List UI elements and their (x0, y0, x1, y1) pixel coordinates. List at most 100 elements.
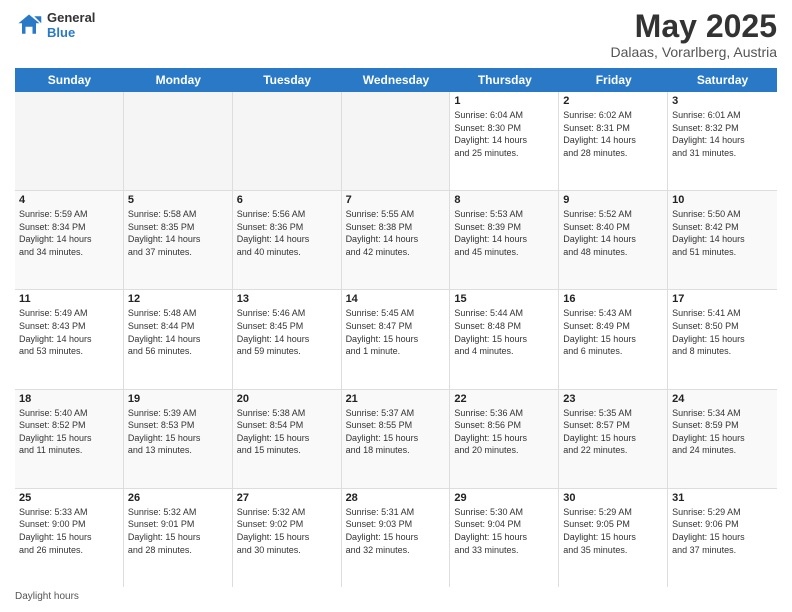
calendar-cell: 30 Sunrise: 5:29 AM Sunset: 9:05 PM Dayli… (559, 489, 668, 587)
day-info: Sunrise: 5:29 AM Sunset: 9:06 PM Dayligh… (672, 506, 773, 556)
calendar-cell: 29Sunrise: 5:30 AM Sunset: 9:04 PM Dayli… (450, 489, 559, 587)
day-number: 31 (672, 492, 773, 504)
calendar-cell: 1 Sunrise: 6:04 AM Sunset: 8:30 PM Daylig… (450, 92, 559, 190)
day-info: Sunrise: 5:55 AM Sunset: 8:38 PM Dayligh… (346, 208, 446, 258)
calendar-cell: 16 Sunrise: 5:43 AM Sunset: 8:49 PM Dayli… (559, 290, 668, 388)
day-info: Sunrise: 5:44 AM Sunset: 8:48 PM Dayligh… (454, 307, 554, 357)
calendar-cell: 14Sunrise: 5:45 AM Sunset: 8:47 PM Dayli… (342, 290, 451, 388)
day-info: Sunrise: 5:30 AM Sunset: 9:04 PM Dayligh… (454, 506, 554, 556)
calendar-cell: 21 Sunrise: 5:37 AM Sunset: 8:55 PM Dayli… (342, 390, 451, 488)
day-number: 7 (346, 194, 446, 206)
calendar: SundayMondayTuesdayWednesdayThursdayFrid… (15, 68, 777, 587)
day-number: 1 (454, 95, 554, 107)
calendar-cell: 18Sunrise: 5:40 AM Sunset: 8:52 PM Dayli… (15, 390, 124, 488)
calendar-cell (342, 92, 451, 190)
day-number: 12 (128, 293, 228, 305)
day-info: Sunrise: 5:48 AM Sunset: 8:44 PM Dayligh… (128, 307, 228, 357)
day-number: 20 (237, 393, 337, 405)
day-info: Sunrise: 5:56 AM Sunset: 8:36 PM Dayligh… (237, 208, 337, 258)
calendar-cell: 10 Sunrise: 5:50 AM Sunset: 8:42 PM Dayli… (668, 191, 777, 289)
footer-note: Daylight hours (15, 591, 777, 602)
day-number: 17 (672, 293, 773, 305)
calendar-cell: 5 Sunrise: 5:58 AM Sunset: 8:35 PM Daylig… (124, 191, 233, 289)
calendar-body: 1 Sunrise: 6:04 AM Sunset: 8:30 PM Daylig… (15, 92, 777, 587)
logo-icon (15, 11, 43, 39)
weekday-header: Thursday (450, 68, 559, 92)
day-number: 10 (672, 194, 773, 206)
calendar-cell: 4 Sunrise: 5:59 AM Sunset: 8:34 PM Daylig… (15, 191, 124, 289)
calendar-cell: 2 Sunrise: 6:02 AM Sunset: 8:31 PM Daylig… (559, 92, 668, 190)
calendar-cell (233, 92, 342, 190)
day-info: Sunrise: 5:41 AM Sunset: 8:50 PM Dayligh… (672, 307, 773, 357)
page: General Blue May 2025 Dalaas, Vorarlberg… (0, 0, 792, 612)
weekday-header: Saturday (668, 68, 777, 92)
calendar-cell: 13Sunrise: 5:46 AM Sunset: 8:45 PM Dayli… (233, 290, 342, 388)
day-info: Sunrise: 5:53 AM Sunset: 8:39 PM Dayligh… (454, 208, 554, 258)
day-info: Sunrise: 5:43 AM Sunset: 8:49 PM Dayligh… (563, 307, 663, 357)
header: General Blue May 2025 Dalaas, Vorarlberg… (15, 10, 777, 60)
calendar-row: 25Sunrise: 5:33 AM Sunset: 9:00 PM Dayli… (15, 489, 777, 587)
calendar-cell: 25Sunrise: 5:33 AM Sunset: 9:00 PM Dayli… (15, 489, 124, 587)
day-number: 16 (563, 293, 663, 305)
day-info: Sunrise: 5:32 AM Sunset: 9:01 PM Dayligh… (128, 506, 228, 556)
location: Dalaas, Vorarlberg, Austria (610, 44, 777, 60)
day-number: 4 (19, 194, 119, 206)
weekday-header: Monday (124, 68, 233, 92)
logo: General Blue (15, 10, 95, 40)
day-info: Sunrise: 5:39 AM Sunset: 8:53 PM Dayligh… (128, 407, 228, 457)
day-info: Sunrise: 5:50 AM Sunset: 8:42 PM Dayligh… (672, 208, 773, 258)
day-number: 6 (237, 194, 337, 206)
calendar-header: SundayMondayTuesdayWednesdayThursdayFrid… (15, 68, 777, 92)
calendar-cell: 26Sunrise: 5:32 AM Sunset: 9:01 PM Dayli… (124, 489, 233, 587)
day-info: Sunrise: 5:49 AM Sunset: 8:43 PM Dayligh… (19, 307, 119, 357)
day-info: Sunrise: 5:45 AM Sunset: 8:47 PM Dayligh… (346, 307, 446, 357)
day-info: Sunrise: 5:29 AM Sunset: 9:05 PM Dayligh… (563, 506, 663, 556)
calendar-cell: 11 Sunrise: 5:49 AM Sunset: 8:43 PM Dayli… (15, 290, 124, 388)
day-info: Sunrise: 5:33 AM Sunset: 9:00 PM Dayligh… (19, 506, 119, 556)
calendar-cell: 3 Sunrise: 6:01 AM Sunset: 8:32 PM Daylig… (668, 92, 777, 190)
day-number: 21 (346, 393, 446, 405)
day-number: 24 (672, 393, 773, 405)
month-title: May 2025 (610, 10, 777, 42)
calendar-cell: 17 Sunrise: 5:41 AM Sunset: 8:50 PM Dayli… (668, 290, 777, 388)
day-number: 3 (672, 95, 773, 107)
weekday-header: Wednesday (342, 68, 451, 92)
calendar-cell: 8 Sunrise: 5:53 AM Sunset: 8:39 PM Daylig… (450, 191, 559, 289)
day-number: 13 (237, 293, 337, 305)
day-number: 8 (454, 194, 554, 206)
day-info: Sunrise: 6:01 AM Sunset: 8:32 PM Dayligh… (672, 109, 773, 159)
day-info: Sunrise: 6:02 AM Sunset: 8:31 PM Dayligh… (563, 109, 663, 159)
day-number: 22 (454, 393, 554, 405)
day-info: Sunrise: 5:35 AM Sunset: 8:57 PM Dayligh… (563, 407, 663, 457)
title-block: May 2025 Dalaas, Vorarlberg, Austria (610, 10, 777, 60)
day-info: Sunrise: 5:31 AM Sunset: 9:03 PM Dayligh… (346, 506, 446, 556)
calendar-cell: 15 Sunrise: 5:44 AM Sunset: 8:48 PM Dayli… (450, 290, 559, 388)
day-info: Sunrise: 5:32 AM Sunset: 9:02 PM Dayligh… (237, 506, 337, 556)
day-info: Sunrise: 6:04 AM Sunset: 8:30 PM Dayligh… (454, 109, 554, 159)
day-info: Sunrise: 5:59 AM Sunset: 8:34 PM Dayligh… (19, 208, 119, 258)
day-number: 23 (563, 393, 663, 405)
day-info: Sunrise: 5:58 AM Sunset: 8:35 PM Dayligh… (128, 208, 228, 258)
calendar-row: 1 Sunrise: 6:04 AM Sunset: 8:30 PM Daylig… (15, 92, 777, 191)
calendar-cell: 7 Sunrise: 5:55 AM Sunset: 8:38 PM Daylig… (342, 191, 451, 289)
day-number: 28 (346, 492, 446, 504)
day-info: Sunrise: 5:37 AM Sunset: 8:55 PM Dayligh… (346, 407, 446, 457)
day-number: 15 (454, 293, 554, 305)
calendar-cell: 24Sunrise: 5:34 AM Sunset: 8:59 PM Dayli… (668, 390, 777, 488)
calendar-cell: 23 Sunrise: 5:35 AM Sunset: 8:57 PM Dayli… (559, 390, 668, 488)
calendar-row: 11 Sunrise: 5:49 AM Sunset: 8:43 PM Dayli… (15, 290, 777, 389)
day-number: 5 (128, 194, 228, 206)
calendar-cell: 9 Sunrise: 5:52 AM Sunset: 8:40 PM Daylig… (559, 191, 668, 289)
calendar-cell: 19 Sunrise: 5:39 AM Sunset: 8:53 PM Dayli… (124, 390, 233, 488)
day-number: 27 (237, 492, 337, 504)
day-info: Sunrise: 5:52 AM Sunset: 8:40 PM Dayligh… (563, 208, 663, 258)
day-info: Sunrise: 5:36 AM Sunset: 8:56 PM Dayligh… (454, 407, 554, 457)
day-number: 11 (19, 293, 119, 305)
day-number: 19 (128, 393, 228, 405)
day-number: 30 (563, 492, 663, 504)
day-info: Sunrise: 5:40 AM Sunset: 8:52 PM Dayligh… (19, 407, 119, 457)
calendar-cell: 6 Sunrise: 5:56 AM Sunset: 8:36 PM Daylig… (233, 191, 342, 289)
day-number: 9 (563, 194, 663, 206)
calendar-cell: 28 Sunrise: 5:31 AM Sunset: 9:03 PM Dayli… (342, 489, 451, 587)
day-number: 2 (563, 95, 663, 107)
